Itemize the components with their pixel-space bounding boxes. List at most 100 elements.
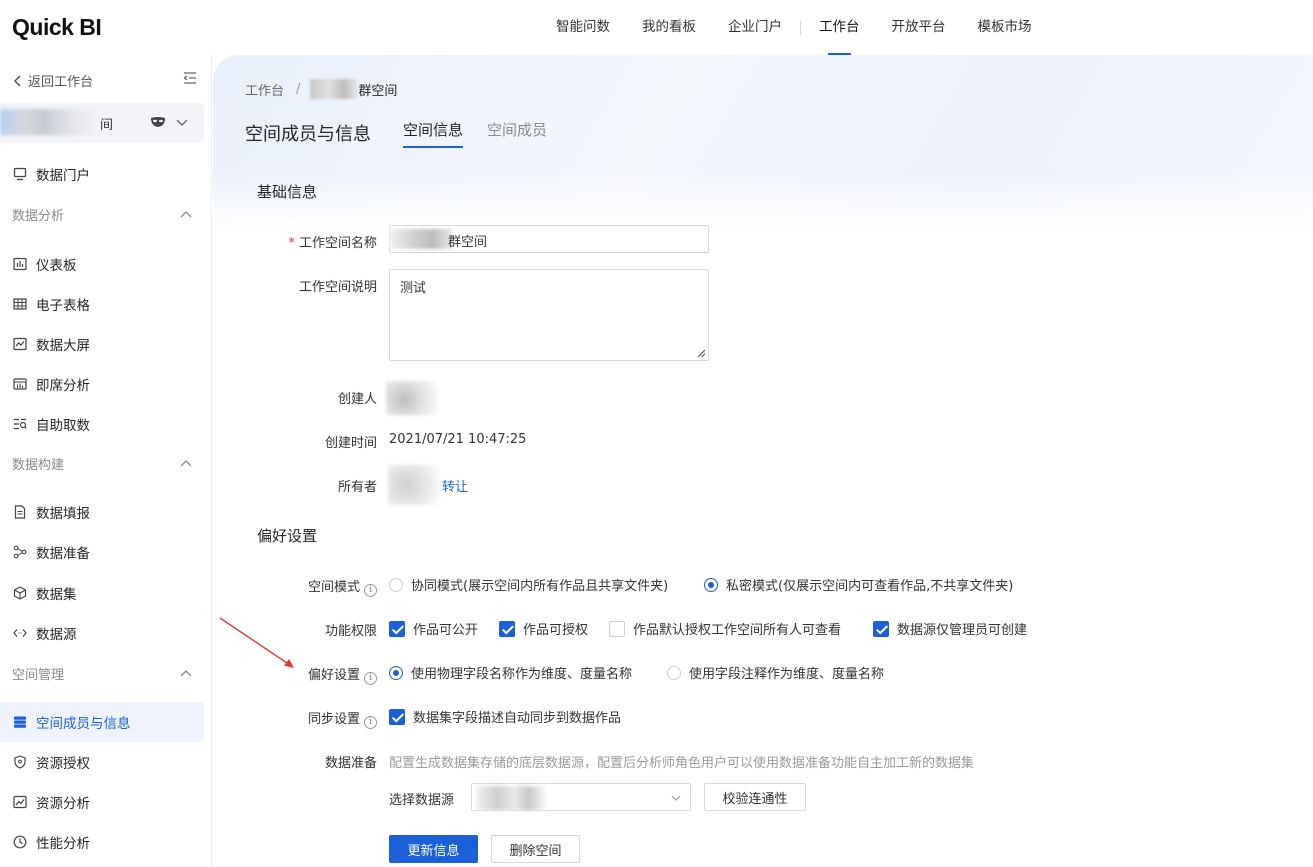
sidebar-item-label: 数据集 [36,587,77,603]
info-icon[interactable]: i [364,716,377,729]
checkbox-checked[interactable] [389,708,405,725]
sidebar-item-label: 电子表格 [36,298,90,314]
workspace-mask-icon [151,117,165,127]
sidebar-item-label: 性能分析 [36,836,90,852]
sidebar-item-self-service[interactable]: 自助取数 [0,404,204,444]
select-source-label: 选择数据源 [389,793,455,808]
data-source-select[interactable] [471,783,691,811]
breadcrumb-current: 群空间 [358,83,398,99]
data-source-redacted [476,786,546,810]
option-label: 私密模式(仅展示空间内可查看作品,不共享文件夹) [726,579,1014,594]
owner-avatar-redacted [388,465,440,505]
workspace-desc-label: 工作空间说明 [298,280,377,295]
check-connectivity-button[interactable]: 校验连通性 [704,783,806,811]
sidebar-item-label: 数据准备 [36,546,90,562]
perm-public-checkbox[interactable]: 作品可公开 [389,619,478,638]
chevron-up-icon [180,669,192,676]
transfer-owner-link[interactable]: 转让 [442,476,468,495]
perm-default-view-checkbox[interactable]: 作品默认授权工作空间所有人可查看 [609,619,841,638]
sidebar-item-label: 即席分析 [36,378,90,394]
owner-label: 所有者 [337,480,377,495]
pref-comment-name-radio[interactable]: 使用字段注释作为维度、度量名称 [667,663,884,682]
radio-circle[interactable] [389,577,403,592]
chevron-up-icon [180,459,192,466]
sidebar-item-label: 数据大屏 [36,338,90,354]
checkbox-checked[interactable] [499,620,515,637]
nav-enterprise-portal[interactable]: 企业门户 [712,0,798,55]
back-to-workbench[interactable]: 返回工作台 [12,71,93,90]
workspace-name-label-text: 工作空间名称 [298,236,377,251]
sidebar-item-spreadsheet[interactable]: 电子表格 [0,284,204,324]
nav-my-boards[interactable]: 我的看板 [626,0,712,55]
required-mark: * [288,236,295,251]
breadcrumb-redacted [310,79,359,99]
workspace-desc-value: 测试 [400,281,427,296]
space-mode-collab-radio[interactable]: 协同模式(展示空间内所有作品且共享文件夹) [389,575,668,594]
quick-bi-logo[interactable]: Quick BI [12,14,102,41]
sync-desc-checkbox[interactable]: 数据集字段描述自动同步到数据作品 [389,707,621,726]
sidebar-item-resource-auth[interactable]: 资源授权 [0,742,204,782]
info-icon[interactable]: i [364,584,377,597]
perm-admin-source-checkbox[interactable]: 数据源仅管理员可创建 [873,619,1027,638]
back-label: 返回工作台 [28,75,94,90]
radio-circle[interactable] [667,665,681,680]
top-nav: 智能问数 我的看板 企业门户 工作台 开放平台 模板市场 [540,0,1048,55]
section-preferences: 偏好设置 [257,527,318,545]
nav-open-platform[interactable]: 开放平台 [876,0,962,55]
nav-template-market[interactable]: 模板市场 [962,0,1048,55]
breadcrumb-root[interactable]: 工作台 [245,80,284,99]
sidebar: 返回工作台 间 数据门户 数据分析 仪表板 电子表格 数据大屏 即席分析 自助取… [0,55,212,867]
group-label: 数据构建 [12,458,65,473]
group-label: 数据分析 [12,209,65,224]
sidebar-item-dataset[interactable]: 数据集 [0,573,204,613]
breadcrumb: 工作台 / 群空间 [245,79,397,99]
tab-space-info[interactable]: 空间信息 [403,119,464,148]
checkbox-checked[interactable] [389,620,405,637]
sidebar-item-data-prep[interactable]: 数据准备 [0,532,204,572]
sidebar-item-label: 仪表板 [36,258,77,274]
created-time-value: 2021/07/21 10:47:25 [389,432,527,447]
section-basic-info: 基础信息 [257,183,318,201]
space-mode-private-radio[interactable]: 私密模式(仅展示空间内可查看作品,不共享文件夹) [704,575,1013,594]
workspace-name-input[interactable]: 群空间 [389,225,709,253]
group-data-analysis[interactable]: 数据分析 [12,205,192,224]
collapse-sidebar-icon[interactable] [183,71,197,85]
update-info-button[interactable]: 更新信息 [389,835,478,863]
perm-authorize-checkbox[interactable]: 作品可授权 [499,619,588,638]
workspace-desc-textarea[interactable]: 测试 [389,269,709,361]
radio-circle-selected[interactable] [704,577,718,592]
checkbox-unchecked[interactable] [609,620,625,637]
sidebar-item-dashboard[interactable]: 仪表板 [0,244,204,284]
chevron-left-icon [13,74,21,87]
sidebar-item-data-fill[interactable]: 数据填报 [0,492,204,532]
group-space-management[interactable]: 空间管理 [12,664,192,683]
sidebar-item-data-portal[interactable]: 数据门户 [0,154,204,194]
info-icon[interactable]: i [364,672,377,685]
delete-space-button[interactable]: 删除空间 [491,835,580,863]
nav-workbench[interactable]: 工作台 [803,0,876,55]
sidebar-item-resource-analysis[interactable]: 资源分析 [0,782,204,822]
sidebar-item-label: 数据源 [36,627,77,643]
group-label: 空间管理 [12,668,65,683]
resize-handle-icon[interactable] [696,348,706,358]
checkbox-checked[interactable] [873,620,889,637]
radio-circle-selected[interactable] [389,665,403,680]
sidebar-item-big-screen[interactable]: 数据大屏 [0,324,204,364]
document-icon [12,504,28,520]
tab-space-members[interactable]: 空间成员 [487,119,547,146]
sidebar-item-label: 空间成员与信息 [36,716,131,732]
group-data-build[interactable]: 数据构建 [12,454,192,473]
option-label: 作品可公开 [413,623,479,638]
option-label: 使用物理字段名称作为维度、度量名称 [411,667,633,682]
pref-physical-name-radio[interactable]: 使用物理字段名称作为维度、度量名称 [389,663,632,682]
option-label: 作品可授权 [523,623,589,638]
sidebar-item-data-source[interactable]: 数据源 [0,613,204,653]
sidebar-item-adhoc-analysis[interactable]: 即席分析 [0,364,204,404]
chevron-down-icon [176,119,188,126]
annotation-arrow-icon [219,617,294,668]
workspace-selector[interactable]: 间 [0,103,204,143]
sidebar-item-performance[interactable]: 性能分析 [0,822,204,862]
nav-smart-query[interactable]: 智能问数 [540,0,626,55]
option-label: 使用字段注释作为维度、度量名称 [689,667,885,682]
sidebar-item-members-info[interactable]: 空间成员与信息 [0,702,204,742]
